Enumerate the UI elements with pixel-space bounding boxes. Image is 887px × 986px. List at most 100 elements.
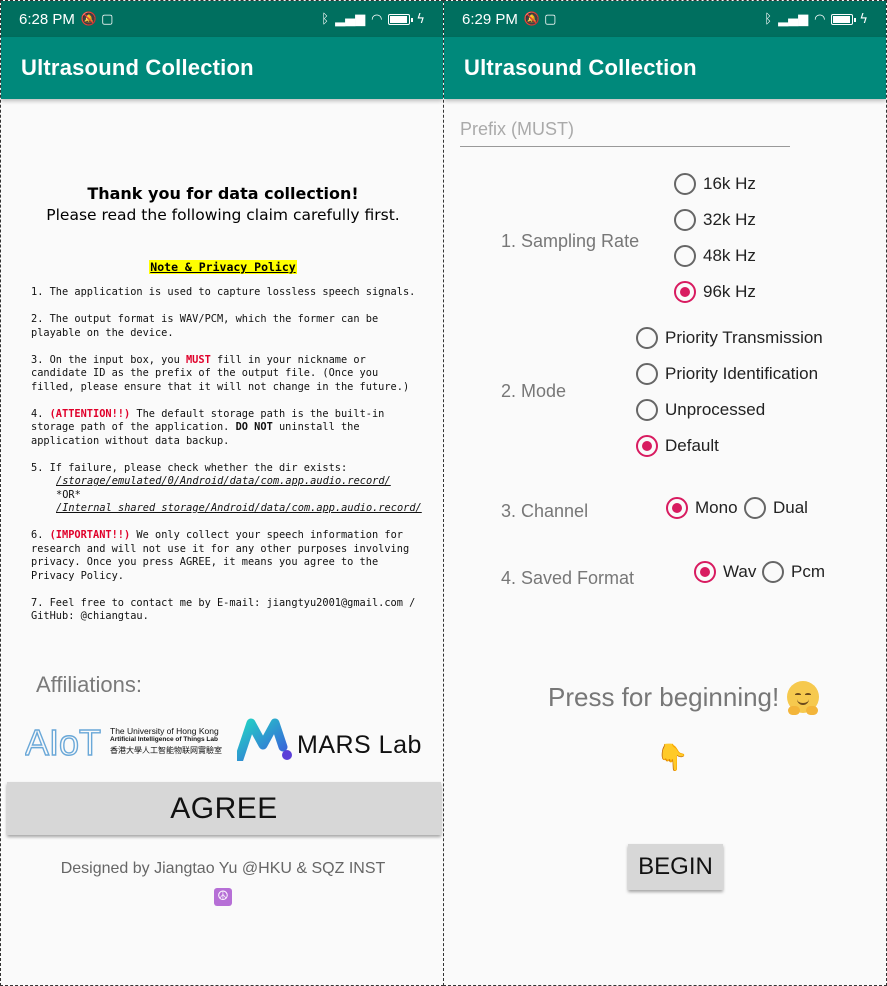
- system-icons: ᛒ ▂▄▆ ◠ ϟ: [321, 13, 425, 26]
- agree-button[interactable]: AGREE: [7, 782, 441, 835]
- attention-emphasis: (ATTENTION!!): [49, 407, 131, 420]
- policy-item-5-text: 5. If failure, please check whether the …: [31, 461, 348, 474]
- bluetooth-icon: ᛒ: [764, 11, 773, 27]
- storage-path-2: /Internal shared storage/Android/data/co…: [56, 502, 422, 514]
- aiot-university: The University of Hong Kong: [110, 726, 219, 736]
- wifi-icon: ◠: [371, 11, 383, 27]
- radio-circle: [636, 435, 658, 457]
- policy-item-7: 7. Feel free to contact me by E-mail: ji…: [31, 596, 416, 623]
- aiot-lab-name: The University of Hong Kong Artificial I…: [110, 726, 222, 756]
- radio-label: Dual: [773, 498, 808, 517]
- radio-unprocessed[interactable]: Unprocessed: [636, 399, 765, 421]
- notification-icons: 🔕▢: [524, 12, 560, 27]
- pointing-down-icon: 👇: [656, 743, 689, 773]
- signal-icon: ▂▄▆: [335, 11, 366, 27]
- radio-label: 96k Hz: [703, 282, 756, 301]
- mars-lab-name: MARS Lab: [297, 731, 422, 759]
- mars-logo-icon: [237, 718, 292, 761]
- radio-label: 16k Hz: [703, 174, 756, 193]
- notification-icons: 🔕▢: [81, 12, 117, 27]
- radio-label: Priority Transmission: [665, 328, 823, 347]
- charging-icon: ϟ: [416, 11, 425, 27]
- radio-pcm[interactable]: Pcm: [762, 561, 825, 583]
- note-title: Note & Privacy Policy: [1, 256, 443, 275]
- designer-credit: Designed by Jiangtao Yu @HKU & SQZ INST: [60, 860, 386, 877]
- policy-item-6-a: 6.: [31, 529, 50, 541]
- prefix-input[interactable]: [460, 117, 790, 147]
- policy-item-4-a: 4.: [31, 407, 50, 420]
- radio-circle: [674, 209, 696, 231]
- must-emphasis: MUST: [185, 353, 211, 366]
- do-not-emphasis: DO NOT: [235, 421, 273, 433]
- app-bar: Ultrasound Collection: [444, 37, 886, 99]
- affiliations-label: Affiliations:: [36, 672, 142, 697]
- radio-dual[interactable]: Dual: [744, 497, 808, 519]
- radio-circle: [762, 561, 784, 583]
- press-prompt-text: Press for beginning!: [548, 681, 780, 712]
- radio-label: Mono: [695, 498, 738, 517]
- radio-circle: [744, 497, 766, 519]
- radio-circle: [636, 363, 658, 385]
- radio-label: Priority Identification: [665, 364, 819, 383]
- begin-button[interactable]: BEGIN: [628, 844, 723, 890]
- signal-icon: ▂▄▆: [778, 11, 809, 27]
- mute-icon: 🔕: [523, 11, 545, 27]
- policy-item-2: 2. The output format is WAV/PCM, which t…: [31, 313, 379, 339]
- intro-heading: Thank you for data collection!: [87, 184, 359, 203]
- system-icons: ᛒ ▂▄▆ ◠ ϟ: [764, 13, 868, 26]
- aiot-lab-chinese: 香港大學人工智能物联网實驗室: [110, 746, 222, 755]
- settings-screen: 6:29 PM 🔕▢ ᛒ ▂▄▆ ◠ ϟ Ultrasound Collecti…: [443, 0, 887, 986]
- radio-mono[interactable]: Mono: [666, 497, 738, 519]
- channel-label: 3. Channel: [501, 501, 589, 521]
- policy-item-4: 4. (ATTENTION!!) The default storage pat…: [31, 408, 431, 449]
- radio-96k[interactable]: 96k Hz: [674, 281, 756, 303]
- radio-priority-identification[interactable]: Priority Identification: [636, 363, 818, 385]
- radio-48k[interactable]: 48k Hz: [674, 245, 756, 267]
- intro: Thank you for data collection! Please re…: [1, 184, 443, 224]
- aiot-lab-english: Artificial Intelligence of Things Lab: [110, 736, 218, 743]
- radio-wav[interactable]: Wav: [694, 561, 756, 583]
- battery-icon: [831, 13, 857, 25]
- status-bar: 6:29 PM 🔕▢ ᛒ ▂▄▆ ◠ ϟ: [444, 1, 886, 37]
- policy-item-5: 5. If failure, please check whether the …: [31, 462, 431, 516]
- mute-icon: 🔕: [80, 11, 102, 27]
- sampling-rate-label: 1. Sampling Rate: [501, 231, 640, 251]
- note-title-text: Note & Privacy Policy: [149, 260, 297, 274]
- radio-priority-transmission[interactable]: Priority Transmission: [636, 327, 823, 349]
- wifi-icon: ◠: [814, 11, 826, 27]
- app-title: Ultrasound Collection: [21, 55, 254, 80]
- radio-circle: [674, 281, 696, 303]
- peace-icon: ☮: [214, 888, 232, 906]
- agreement-screen: 6:28 PM 🔕▢ ᛒ ▂▄▆ ◠ ϟ Ultrasound Collecti…: [0, 0, 444, 986]
- or-separator: *OR*: [56, 488, 81, 501]
- status-bar: 6:28 PM 🔕▢ ᛒ ▂▄▆ ◠ ϟ: [1, 1, 443, 37]
- policy-item-3-a: 3. On the input box, you: [31, 353, 186, 366]
- radio-16k[interactable]: 16k Hz: [674, 173, 756, 195]
- charging-icon: ϟ: [859, 11, 868, 27]
- battery-icon: [388, 13, 414, 25]
- radio-label: Wav: [723, 562, 757, 581]
- privacy-policy: 1. The application is used to capture lo…: [31, 286, 431, 637]
- app-bar: Ultrasound Collection: [1, 37, 443, 99]
- sim-icon: ▢: [544, 11, 561, 27]
- radio-label: Default: [665, 436, 719, 455]
- aiot-logo-icon: AIoT: [25, 723, 102, 761]
- radio-label: Pcm: [791, 562, 825, 581]
- radio-default[interactable]: Default: [636, 435, 719, 457]
- policy-item-3: 3. On the input box, you MUST fill in yo…: [31, 354, 431, 395]
- radio-label: 48k Hz: [703, 246, 756, 265]
- radio-circle: [636, 327, 658, 349]
- bluetooth-icon: ᛒ: [321, 11, 330, 27]
- aiot-logo-letters: AIoT: [25, 723, 101, 761]
- mode-label: 2. Mode: [501, 381, 567, 401]
- important-emphasis: (IMPORTANT!!): [49, 529, 131, 541]
- press-prompt: Press for beginning!: [548, 681, 820, 715]
- radio-circle: [636, 399, 658, 421]
- app-title: Ultrasound Collection: [464, 55, 697, 80]
- radio-circle: [674, 245, 696, 267]
- radio-32k[interactable]: 32k Hz: [674, 209, 756, 231]
- radio-circle: [694, 561, 716, 583]
- hugging-face-icon: [787, 681, 820, 715]
- intro-subheading: Please read the following claim carefull…: [46, 206, 400, 224]
- saved-format-label: 4. Saved Format: [501, 568, 635, 588]
